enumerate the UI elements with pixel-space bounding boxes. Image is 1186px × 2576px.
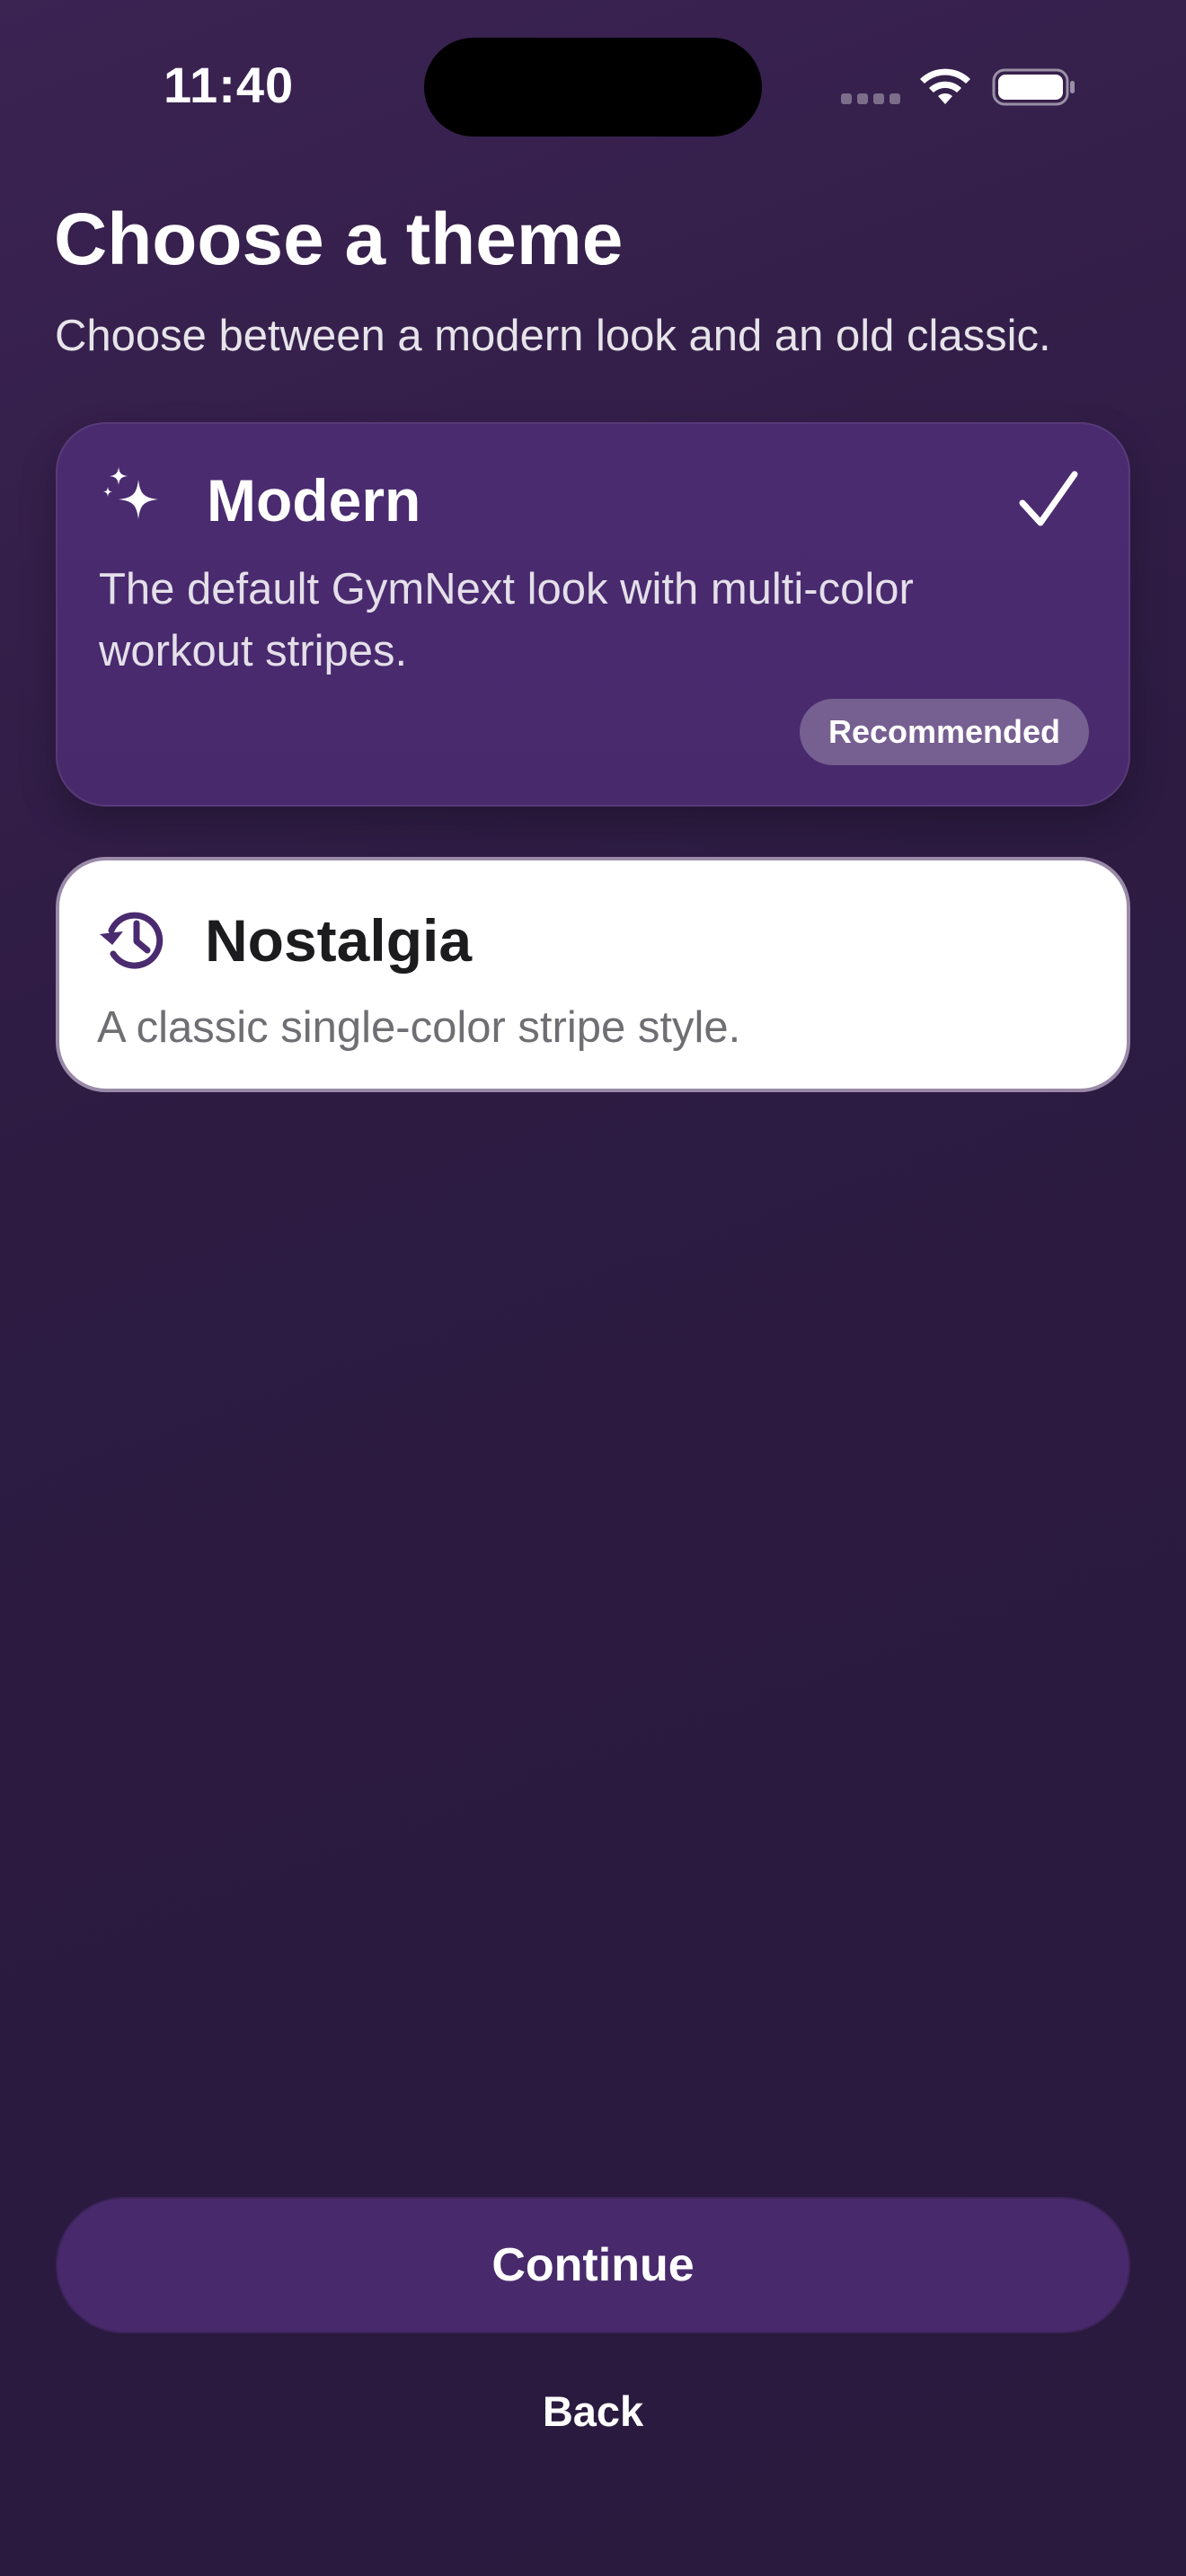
theme-title-modern: Modern: [207, 467, 421, 534]
theme-description-modern: The default GymNext look with multi-colo…: [99, 559, 914, 683]
theme-option-modern[interactable]: Modern The default GymNext look with mul…: [56, 422, 1130, 807]
status-bar: 11:40: [0, 0, 1186, 171]
cellular-signal-icon: [841, 93, 902, 106]
history-clock-icon: [100, 912, 164, 969]
theme-description-modern-line1: The default GymNext look with multi-colo…: [99, 565, 914, 613]
checkmark-icon: [1019, 471, 1078, 526]
recommended-badge: Recommended: [800, 699, 1089, 765]
wifi-icon: [920, 68, 970, 104]
sparkles-icon: [103, 467, 158, 519]
battery-icon: [992, 68, 1075, 106]
theme-option-nostalgia[interactable]: Nostalgia A classic single-color stripe …: [56, 857, 1130, 1092]
theme-description-modern-line2: workout stripes.: [99, 627, 408, 675]
dynamic-island: [424, 38, 762, 137]
continue-button[interactable]: Continue: [56, 2197, 1130, 2333]
page-subtitle: Choose between a modern look and an old …: [55, 312, 1051, 360]
page-title: Choose a theme: [54, 198, 624, 280]
back-button[interactable]: Back: [458, 2375, 728, 2447]
theme-title-nostalgia: Nostalgia: [205, 907, 473, 974]
status-time: 11:40: [164, 57, 295, 113]
theme-description-nostalgia: A classic single-color stripe style.: [97, 1003, 741, 1052]
